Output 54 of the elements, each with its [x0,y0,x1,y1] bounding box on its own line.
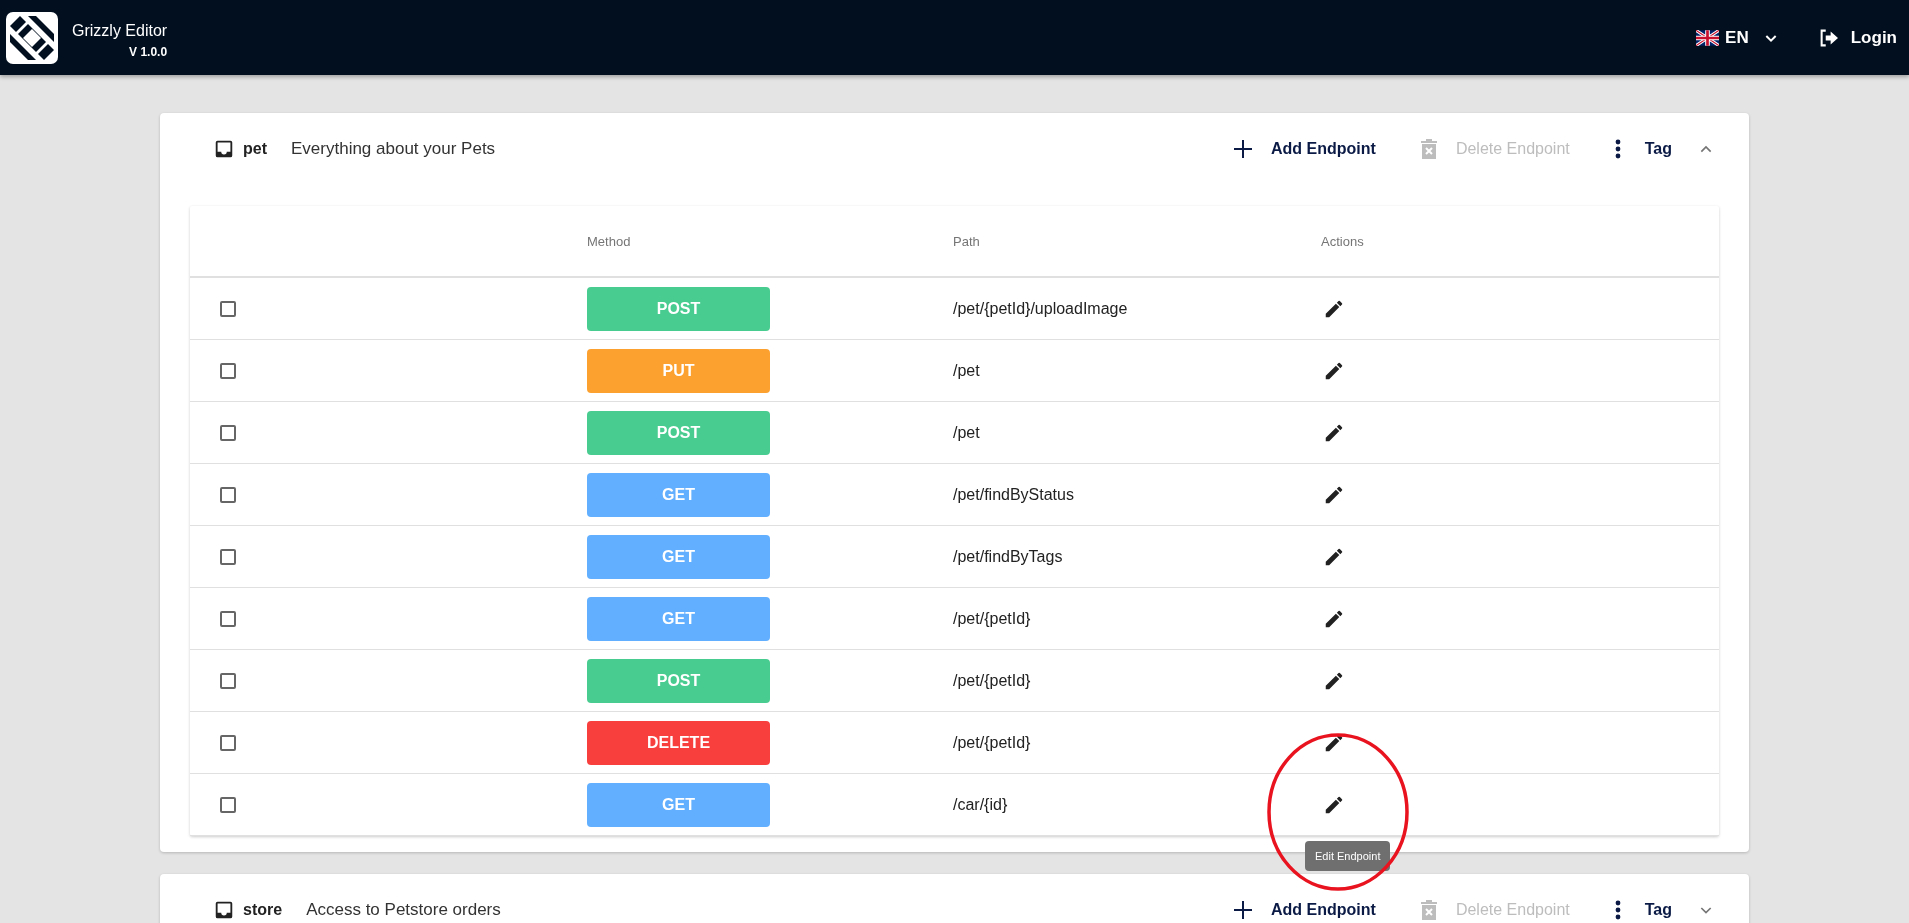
endpoint-path: /pet [953,361,980,380]
more-vertical-icon [1614,900,1621,920]
row-checkbox[interactable] [220,796,236,813]
tag-name: store [243,901,283,919]
column-header: Path [953,233,980,249]
trash-icon [1420,900,1437,920]
row-checkbox[interactable] [220,362,236,379]
endpoint-path: /pet/findByStatus [953,485,1074,504]
tag-menu-button[interactable]: Tag [1614,900,1672,920]
row-checkbox[interactable] [220,424,236,441]
row-checkbox[interactable] [220,734,236,751]
method-badge: PUT [587,348,770,393]
method-badge: POST [587,286,770,331]
method-badge: POST [587,658,770,703]
endpoint-path: /pet/{petId}/uploadImage [953,299,1128,318]
tag-description: Everything about your Pets [291,139,496,159]
logo-icon [6,11,58,64]
endpoint-path: /car/{id} [953,795,1008,814]
row-checkbox[interactable] [220,610,236,627]
plus-icon [1234,901,1252,919]
method-badge: GET [587,472,770,517]
tag-name: pet [243,140,267,158]
row-checkbox[interactable] [220,672,236,689]
column-header: Method [587,233,631,249]
inbox-icon [213,138,235,160]
row-checkbox[interactable] [220,548,236,565]
tooltip: Edit Endpoint [1305,841,1391,871]
row-checkbox[interactable] [220,300,236,317]
inbox-icon [213,899,235,921]
method-badge: GET [587,782,770,827]
row-checkbox[interactable] [220,486,236,503]
method-badge: GET [587,534,770,579]
endpoint-path: /pet/findByTags [953,547,1063,566]
app-title: Grizzly Editor [72,22,168,40]
method-badge: GET [587,596,770,641]
more-vertical-icon [1614,139,1621,159]
app-version: V 1.0.0 [129,45,168,59]
login-button[interactable]: Login [1818,27,1897,48]
tag-menu-button[interactable]: Tag [1614,139,1672,159]
tag-description: Access to Petstore orders [306,900,501,920]
column-header: Actions [1321,233,1364,249]
trash-icon [1420,139,1437,159]
plus-icon [1234,140,1252,158]
endpoint-path: /pet/{petId} [953,671,1031,690]
endpoint-path: /pet/{petId} [953,733,1031,752]
flag-icon [1696,29,1720,46]
method-badge: DELETE [587,720,770,765]
method-badge: POST [587,410,770,455]
login-icon [1818,28,1839,47]
language-selector[interactable]: EN [1696,27,1779,48]
endpoint-path: /pet [953,423,980,442]
add-endpoint-button[interactable]: Add Endpoint [1234,140,1376,158]
endpoint-path: /pet/{petId} [953,609,1031,628]
add-endpoint-button[interactable]: Add Endpoint [1234,901,1376,919]
